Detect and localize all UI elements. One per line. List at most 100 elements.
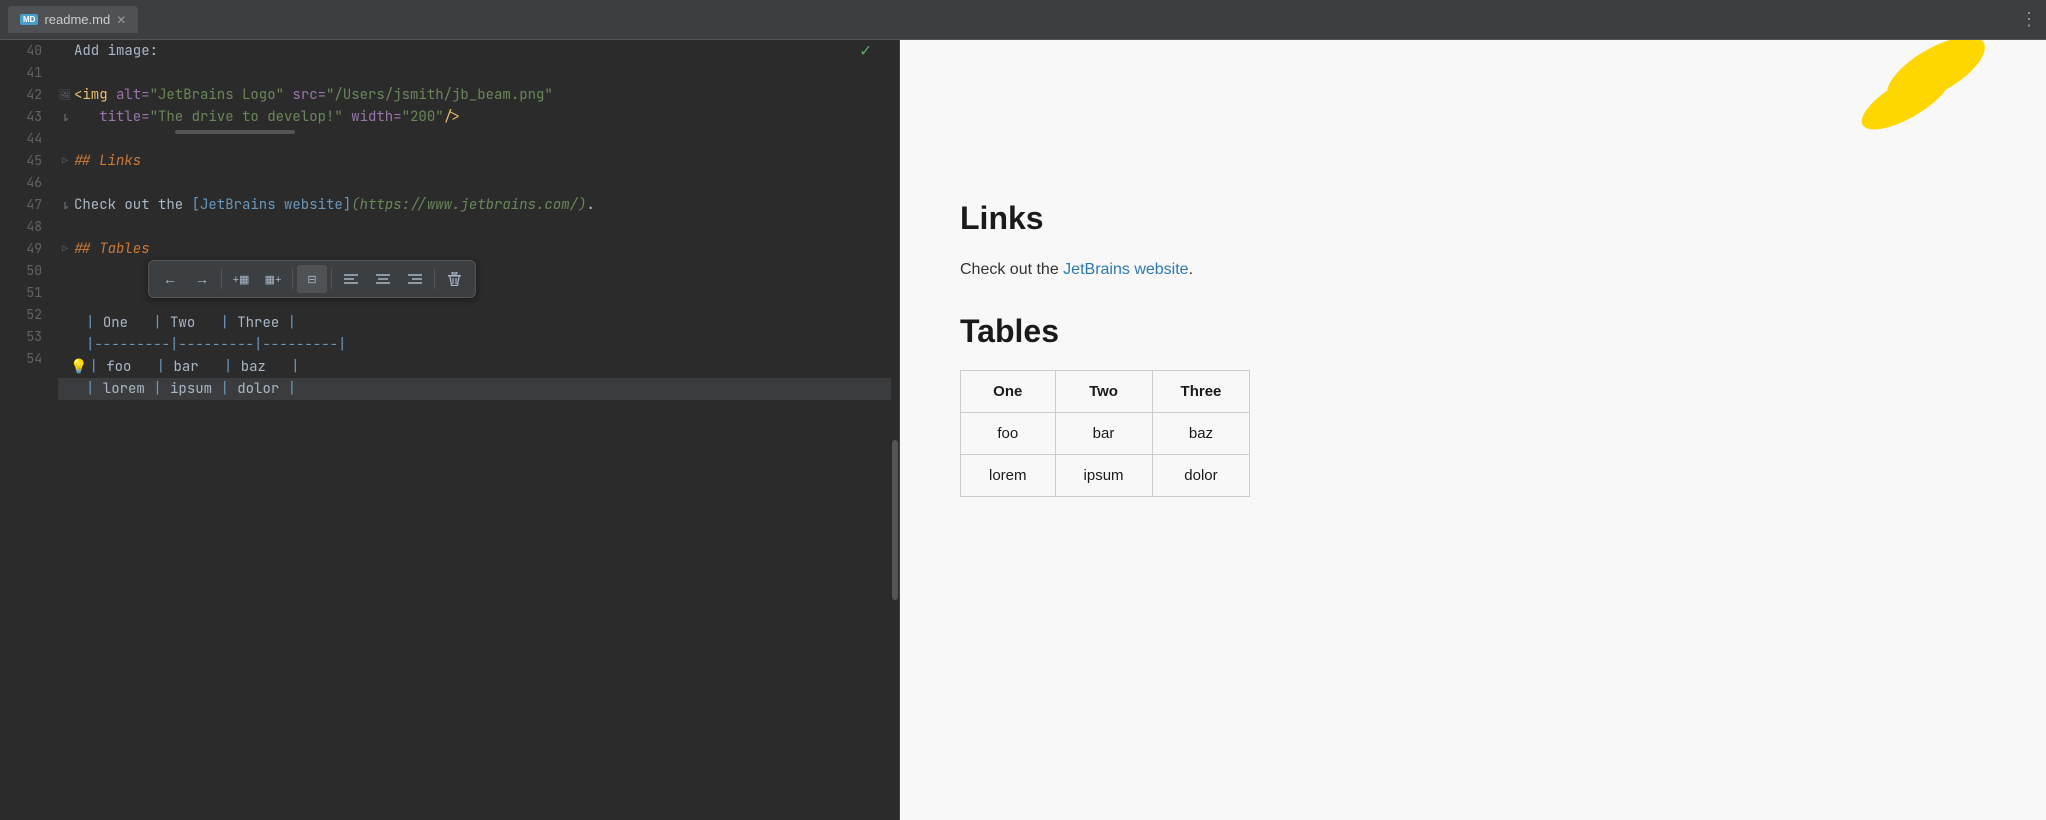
preview-links-text-prefix: Check out the xyxy=(960,261,1063,278)
ln-44: 44 xyxy=(8,128,42,150)
code-text-46-pre: Check out the xyxy=(74,194,192,216)
ln-40: 40 xyxy=(8,40,42,62)
code-line-52: 💡 | foo | bar | baz | xyxy=(58,356,891,378)
code-line-40: Add image: ✓ xyxy=(58,40,891,62)
toolbar-divider-1 xyxy=(221,269,222,289)
table-column-toolbar: ← → +▦ ▦+ ⊟ xyxy=(148,260,476,298)
code-52-sep2: | xyxy=(157,356,174,378)
code-text-42cont-attr2: width= xyxy=(343,106,402,128)
fold-50 xyxy=(70,316,84,330)
table-row-1: foo bar baz xyxy=(961,412,1250,454)
code-53-sep3: | xyxy=(220,378,237,400)
align-center-button[interactable] xyxy=(368,265,398,293)
table-header-three: Three xyxy=(1152,370,1250,412)
more-options-button[interactable]: ⋮ xyxy=(2020,9,2038,30)
preview-links-heading: Links xyxy=(960,200,1986,237)
preview-links-text-suffix: . xyxy=(1189,261,1193,278)
jetbrains-logo xyxy=(1826,40,1986,160)
code-53-sep4: | xyxy=(288,378,296,400)
toolbar-divider-3 xyxy=(331,269,332,289)
ln-51: 51 xyxy=(8,282,42,304)
move-col-right-button[interactable]: → xyxy=(187,265,217,293)
table-cell-ipsum: ipsum xyxy=(1055,454,1152,496)
ln-42: 42 xyxy=(8,84,42,106)
code-53-sep1: | xyxy=(86,378,103,400)
table-header-row: One Two Three xyxy=(961,370,1250,412)
code-50-sep2: | xyxy=(153,312,170,334)
preview-panel: Links Check out the JetBrains website. T… xyxy=(900,40,2046,820)
add-col-before-button[interactable]: +▦ xyxy=(226,265,256,293)
table-cell-baz: baz xyxy=(1152,412,1250,454)
code-50-sep3: | xyxy=(220,312,237,334)
code-text-42-tag: <img xyxy=(74,84,116,106)
editor-scrollbar[interactable] xyxy=(891,40,899,820)
fold-icon-44[interactable]: ▷ xyxy=(58,154,72,168)
code-text-42-str1: "JetBrains Logo" xyxy=(150,84,284,106)
add-col-after-button[interactable]: ▦+ xyxy=(258,265,288,293)
code-52-sep1: | xyxy=(89,356,106,378)
code-53-dolor: dolor xyxy=(237,378,287,400)
code-50-two: Two xyxy=(170,312,220,334)
fold-cont xyxy=(58,110,72,124)
move-col-left-button[interactable]: ← xyxy=(155,265,185,293)
code-text-42-attr2: src= xyxy=(284,84,326,106)
code-text-46-url: (https://www.jetbrains.com/) xyxy=(351,194,586,216)
table-cell-bar: bar xyxy=(1055,412,1152,454)
code-text-42-str2: "/Users/jsmith/jb_beam.png" xyxy=(326,84,553,106)
code-text-42cont-str1: "The drive to develop!" xyxy=(150,106,343,128)
ln-46: 46 xyxy=(8,172,42,194)
editor-scrollbar-thumb[interactable] xyxy=(892,440,898,600)
code-line-54 xyxy=(58,400,891,422)
lightbulb-icon[interactable]: 💡 xyxy=(70,356,87,378)
code-52-sep3: | xyxy=(224,356,241,378)
editor-content-area[interactable]: 40 41 42 43 44 45 46 47 48 49 50 51 52 5… xyxy=(0,40,899,820)
align-right-button[interactable] xyxy=(400,265,430,293)
code-50-three: Three xyxy=(237,312,287,334)
code-50-sep1: | xyxy=(86,312,103,334)
ln-41: 41 xyxy=(8,62,42,84)
code-52-baz: baz xyxy=(241,356,291,378)
code-line-48: ▷ ## Tables xyxy=(58,238,891,260)
main-content: 40 41 42 43 44 45 46 47 48 49 50 51 52 5… xyxy=(0,40,2046,820)
title-bar: MD readme.md ✕ ⋮ xyxy=(0,0,2046,40)
md-file-icon: MD xyxy=(20,14,38,25)
code-line-42cont: title="The drive to develop!" width="200… xyxy=(58,106,891,128)
table-cell-dolor: dolor xyxy=(1152,454,1250,496)
code-line-42: 🖼 <img alt="JetBrains Logo" src="/Users/… xyxy=(58,84,891,106)
editor-tab[interactable]: MD readme.md ✕ xyxy=(8,6,138,33)
code-53-sep2: | xyxy=(153,378,170,400)
h-scroll-thumb[interactable] xyxy=(175,130,295,134)
fold-icon-48[interactable]: ▷ xyxy=(58,242,72,256)
align-left-button[interactable] xyxy=(336,265,366,293)
delete-table-button[interactable] xyxy=(439,265,469,293)
table-header-one: One xyxy=(961,370,1056,412)
code-52-sep4: | xyxy=(291,356,299,378)
ln-54: 54 xyxy=(8,348,42,370)
preview-table: One Two Three foo bar baz lorem ipsum do… xyxy=(960,370,1250,497)
preview-tables-heading: Tables xyxy=(960,313,1986,350)
img-gutter-icon: 🖼 xyxy=(58,88,72,102)
fold-icon-40[interactable] xyxy=(58,44,72,58)
fold-icon-46 xyxy=(58,198,72,212)
preview-jetbrains-link[interactable]: JetBrains website xyxy=(1063,261,1188,278)
code-line-50: | One | Two | Three | xyxy=(58,312,891,334)
code-line-49: ← → +▦ ▦+ ⊟ xyxy=(58,260,891,312)
h-scroll-track xyxy=(155,130,555,134)
tab-close-button[interactable]: ✕ xyxy=(116,13,126,27)
code-line-47 xyxy=(58,216,891,238)
ln-52: 52 xyxy=(8,304,42,326)
remove-col-button[interactable]: ⊟ xyxy=(297,265,327,293)
code-line-46: Check out the [JetBrains website](https:… xyxy=(58,194,891,216)
code-text-42-attr1: alt= xyxy=(116,84,150,106)
code-line-45 xyxy=(58,172,891,194)
code-text-48: ## Tables xyxy=(74,238,150,260)
code-text-46-dot: . xyxy=(586,194,594,216)
editor-panel: 40 41 42 43 44 45 46 47 48 49 50 51 52 5… xyxy=(0,40,900,820)
code-editor[interactable]: Add image: ✓ 🖼 <img alt="JetBrains Logo"… xyxy=(50,40,899,820)
code-line-44: ▷ ## Links xyxy=(58,150,891,172)
code-text-44: ## Links xyxy=(74,150,141,172)
code-text-46-link: [JetBrains website] xyxy=(192,194,352,216)
code-52-bar: bar xyxy=(173,356,223,378)
code-text-42cont-attr: title= xyxy=(74,106,150,128)
table-cell-foo: foo xyxy=(961,412,1056,454)
